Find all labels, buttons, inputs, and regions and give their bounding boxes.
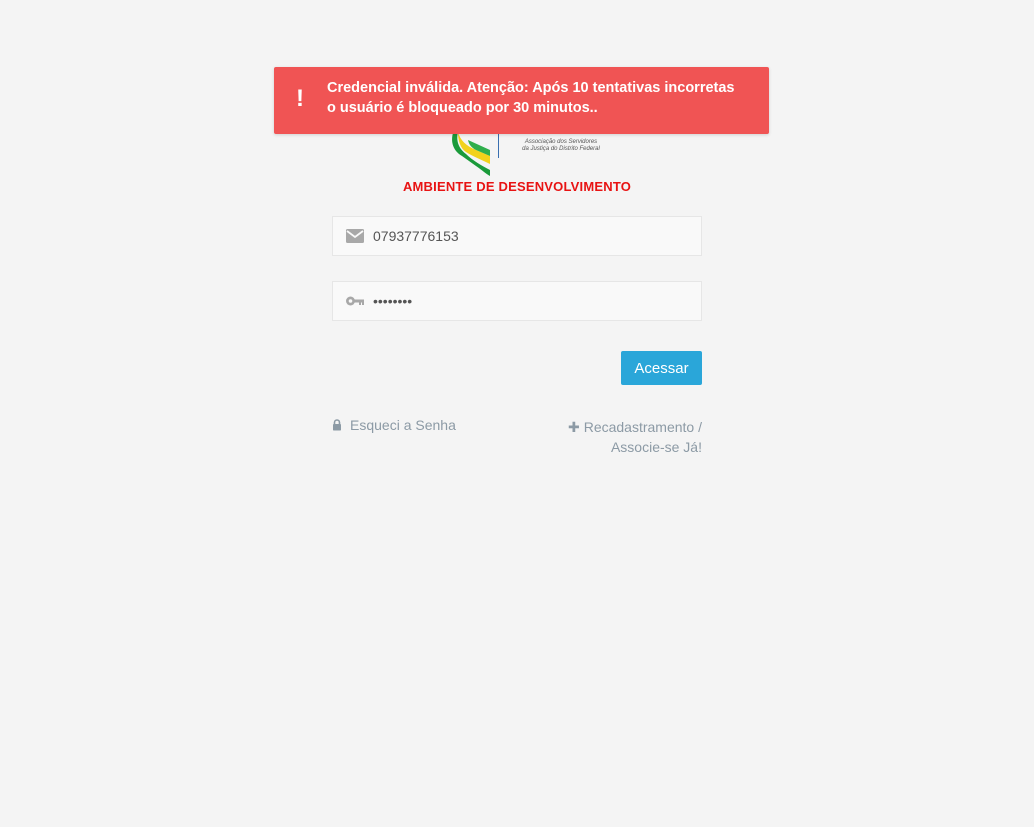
envelope-icon	[346, 229, 364, 243]
username-input[interactable]	[373, 217, 693, 255]
toast-message-line1: Credencial inválida. Atenção: Após 10 te…	[327, 80, 735, 96]
environment-label: AMBIENTE DE DESENVOLVIMENTO	[402, 179, 632, 194]
password-field[interactable]	[332, 281, 702, 321]
forgot-password-label: Esqueci a Senha	[350, 417, 456, 433]
register-label-line2: Associe-se Já!	[610, 439, 702, 455]
login-page: Associação dos Servidores da Justiça do …	[0, 0, 1034, 827]
forgot-password-link[interactable]: Esqueci a Senha	[332, 417, 456, 433]
lock-icon	[333, 419, 341, 431]
logo-subtitle-line1: Associação dos Servidores	[524, 139, 598, 145]
password-input[interactable]	[373, 282, 693, 320]
username-field[interactable]	[332, 216, 702, 256]
register-label-line1: Recadastramento /	[583, 419, 702, 435]
logo-subtitle-line2: da Justiça do Distrito Federal	[522, 146, 600, 152]
register-line1: ✚ Recadastramento /	[540, 417, 702, 437]
toast-message-line2: o usuário é bloqueado por 30 minutos..	[327, 100, 598, 116]
key-icon	[346, 296, 364, 306]
logo-subtitle: Associação dos Servidores da Justiça do …	[506, 139, 616, 153]
acessar-button[interactable]: Acessar	[621, 351, 702, 385]
toast-message: Credencial inválida. Atenção: Após 10 te…	[327, 78, 757, 118]
plus-icon: ✚	[567, 419, 580, 435]
exclamation-icon: !	[296, 85, 304, 112]
error-toast[interactable]: ! Credencial inválida. Atenção: Após 10 …	[274, 67, 769, 134]
register-link[interactable]: ✚ Recadastramento / Associe-se Já!	[540, 417, 702, 457]
